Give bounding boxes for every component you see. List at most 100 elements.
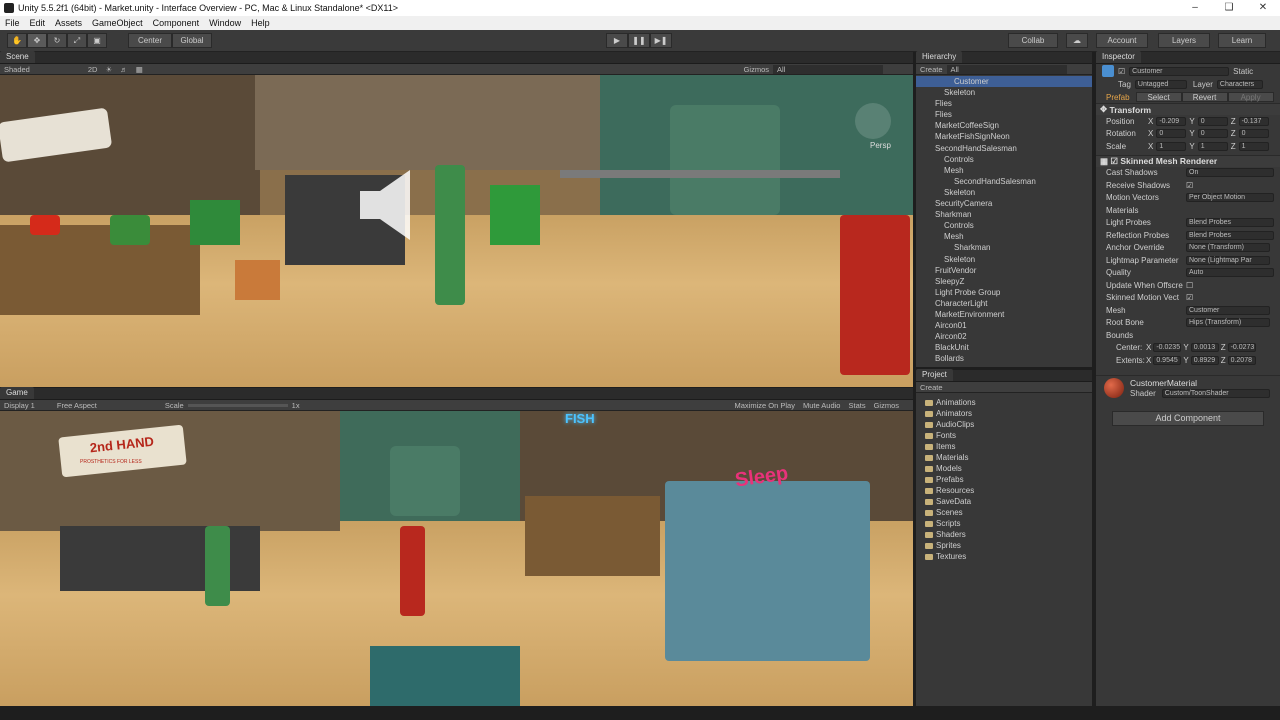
hierarchy-item[interactable]: MarketEnvironment (916, 309, 1092, 320)
pause-icon[interactable]: ❚❚ (628, 33, 650, 48)
tab-project[interactable]: Project (916, 369, 953, 381)
folder-item[interactable]: Shaders (916, 529, 1092, 540)
menu-file[interactable]: File (0, 18, 25, 28)
scale-y-field[interactable]: 1 (1197, 141, 1228, 151)
hierarchy-item[interactable]: Controls (916, 154, 1092, 165)
hierarchy-item[interactable]: Skeleton (916, 187, 1092, 198)
lightmap-parameters-field[interactable]: None (Lightmap Par (1186, 255, 1270, 265)
center-z-field[interactable]: -0.0273 (1227, 343, 1256, 353)
aspect-dropdown[interactable]: Free Aspect (53, 401, 101, 410)
light-probes-dropdown[interactable]: Blend Probes (1186, 218, 1274, 228)
folder-item[interactable]: AudioClips (916, 419, 1092, 430)
game-gizmos-dropdown[interactable]: Gizmos (870, 401, 903, 410)
folder-item[interactable]: Fonts (916, 430, 1092, 441)
hierarchy-item[interactable]: SecondHandSalesman (916, 176, 1092, 187)
folder-item[interactable]: Textures (916, 551, 1092, 562)
scale-x-field[interactable]: 1 (1156, 141, 1187, 151)
folder-item[interactable]: Scripts (916, 518, 1092, 529)
scale-tool-icon[interactable]: ⤢ (67, 33, 87, 48)
minimize-icon[interactable]: – (1178, 0, 1212, 16)
position-y-field[interactable]: 0 (1197, 116, 1228, 126)
layout-dropdown[interactable]: Learn (1218, 33, 1266, 48)
folder-item[interactable]: Animations (916, 397, 1092, 408)
static-toggle[interactable]: Static (1233, 67, 1253, 76)
folder-item[interactable]: Sprites (916, 540, 1092, 551)
object-name-field[interactable]: Customer (1129, 66, 1230, 76)
hierarchy-item[interactable]: FruitVendor (916, 265, 1092, 276)
game-viewport[interactable]: 2nd HAND PROSTHETICS FOR LESS FISH Sleep (0, 411, 913, 706)
motion-vectors-dropdown[interactable]: Per Object Motion (1186, 193, 1274, 203)
materials-foldout[interactable]: Materials (1106, 206, 1186, 215)
shading-mode-dropdown[interactable]: Shaded (0, 65, 34, 74)
hierarchy-item[interactable]: Flies (916, 109, 1092, 120)
menu-edit[interactable]: Edit (25, 18, 51, 28)
center-x-field[interactable]: -0.0235 (1153, 343, 1182, 353)
project-create-dropdown[interactable]: Create (916, 383, 947, 392)
persp-label[interactable]: Persp (870, 141, 891, 150)
folder-item[interactable]: Models (916, 463, 1092, 474)
menu-window[interactable]: Window (204, 18, 246, 28)
hierarchy-item[interactable]: Flies (916, 98, 1092, 109)
hand-tool-icon[interactable]: ✋ (7, 33, 27, 48)
menu-gameobject[interactable]: GameObject (87, 18, 148, 28)
rotation-y-field[interactable]: 0 (1197, 129, 1228, 139)
quality-dropdown[interactable]: Auto (1186, 268, 1274, 278)
active-checkbox[interactable]: ☑ (1118, 67, 1125, 76)
hierarchy-item[interactable]: Mesh (916, 165, 1092, 176)
position-x-field[interactable]: -0.209 (1156, 116, 1187, 126)
effects-toggle-icon[interactable]: ▦ (132, 65, 147, 74)
stats-toggle[interactable]: Stats (844, 401, 869, 410)
layer-dropdown[interactable]: Characters (1216, 80, 1263, 89)
hierarchy-item[interactable]: SecondHandSalesman (916, 143, 1092, 154)
prefab-select-button[interactable]: Select (1135, 92, 1182, 102)
menu-component[interactable]: Component (148, 18, 205, 28)
hierarchy-item[interactable]: SecurityCamera (916, 198, 1092, 209)
move-tool-icon[interactable]: ✥ (27, 33, 47, 48)
anchor-override-field[interactable]: None (Transform) (1186, 243, 1270, 253)
hierarchy-item[interactable]: Skeleton (916, 254, 1092, 265)
folder-item[interactable]: Materials (916, 452, 1092, 463)
position-z-field[interactable]: -0.137 (1238, 116, 1269, 126)
hierarchy-item[interactable]: Aircon02 (916, 331, 1092, 342)
play-icon[interactable]: ▶ (606, 33, 628, 48)
hierarchy-item[interactable]: Aircon01 (916, 320, 1092, 331)
hierarchy-item[interactable]: Mesh (916, 231, 1092, 242)
hierarchy-item[interactable]: Sharkman (916, 209, 1092, 220)
close-icon[interactable]: ✕ (1246, 0, 1280, 16)
hierarchy-item-customer[interactable]: Customer (916, 76, 1092, 88)
account-dropdown[interactable]: Account (1096, 33, 1148, 48)
extents-x-field[interactable]: 0.9545 (1153, 355, 1182, 365)
maximize-on-play-toggle[interactable]: Maximize On Play (731, 401, 799, 410)
scene-search-input[interactable]: All (773, 64, 883, 74)
2d-toggle[interactable]: 2D (84, 65, 102, 74)
folder-item[interactable]: Items (916, 441, 1092, 452)
prefab-apply-button[interactable]: Apply (1227, 92, 1274, 102)
material-section[interactable]: CustomerMaterial Shader Custom/ToonShader (1096, 374, 1280, 401)
hierarchy-item[interactable]: Controls (916, 220, 1092, 231)
layers-dropdown[interactable]: Layers (1158, 33, 1210, 48)
rotate-tool-icon[interactable]: ↻ (47, 33, 67, 48)
audio-toggle-icon[interactable]: ♬ (116, 65, 132, 74)
customer-character[interactable] (435, 165, 465, 305)
folder-item[interactable]: SaveData (916, 496, 1092, 507)
skinned-motion-checkbox[interactable]: ☑ (1186, 293, 1193, 302)
hierarchy-item[interactable]: MarketFishSignNeon (916, 131, 1092, 142)
cast-shadows-dropdown[interactable]: On (1186, 168, 1274, 178)
display-dropdown[interactable]: Display 1 (0, 401, 39, 410)
light-toggle-icon[interactable]: ☀ (101, 65, 116, 74)
step-icon[interactable]: ▶❚ (650, 33, 672, 48)
root-bone-field[interactable]: Hips (Transform) (1186, 318, 1270, 328)
rotation-x-field[interactable]: 0 (1156, 129, 1187, 139)
skinned-mesh-renderer-header[interactable]: ▦ ☑ Skinned Mesh Renderer (1096, 154, 1280, 167)
restore-icon[interactable]: ❑ (1212, 0, 1246, 16)
pivot-global-button[interactable]: Global (172, 33, 212, 48)
rotation-z-field[interactable]: 0 (1238, 129, 1269, 139)
hierarchy-create-dropdown[interactable]: Create (916, 65, 947, 74)
hierarchy-item[interactable]: Light Probe Group (916, 287, 1092, 298)
hierarchy-item[interactable]: Sharkman (916, 242, 1092, 253)
scale-z-field[interactable]: 1 (1238, 141, 1269, 151)
update-offscreen-checkbox[interactable]: ☐ (1186, 281, 1193, 290)
collab-button[interactable]: Collab (1008, 33, 1058, 48)
scene-gizmos-dropdown[interactable]: Gizmos (740, 65, 773, 74)
transform-header[interactable]: ✥ Transform (1096, 103, 1280, 115)
